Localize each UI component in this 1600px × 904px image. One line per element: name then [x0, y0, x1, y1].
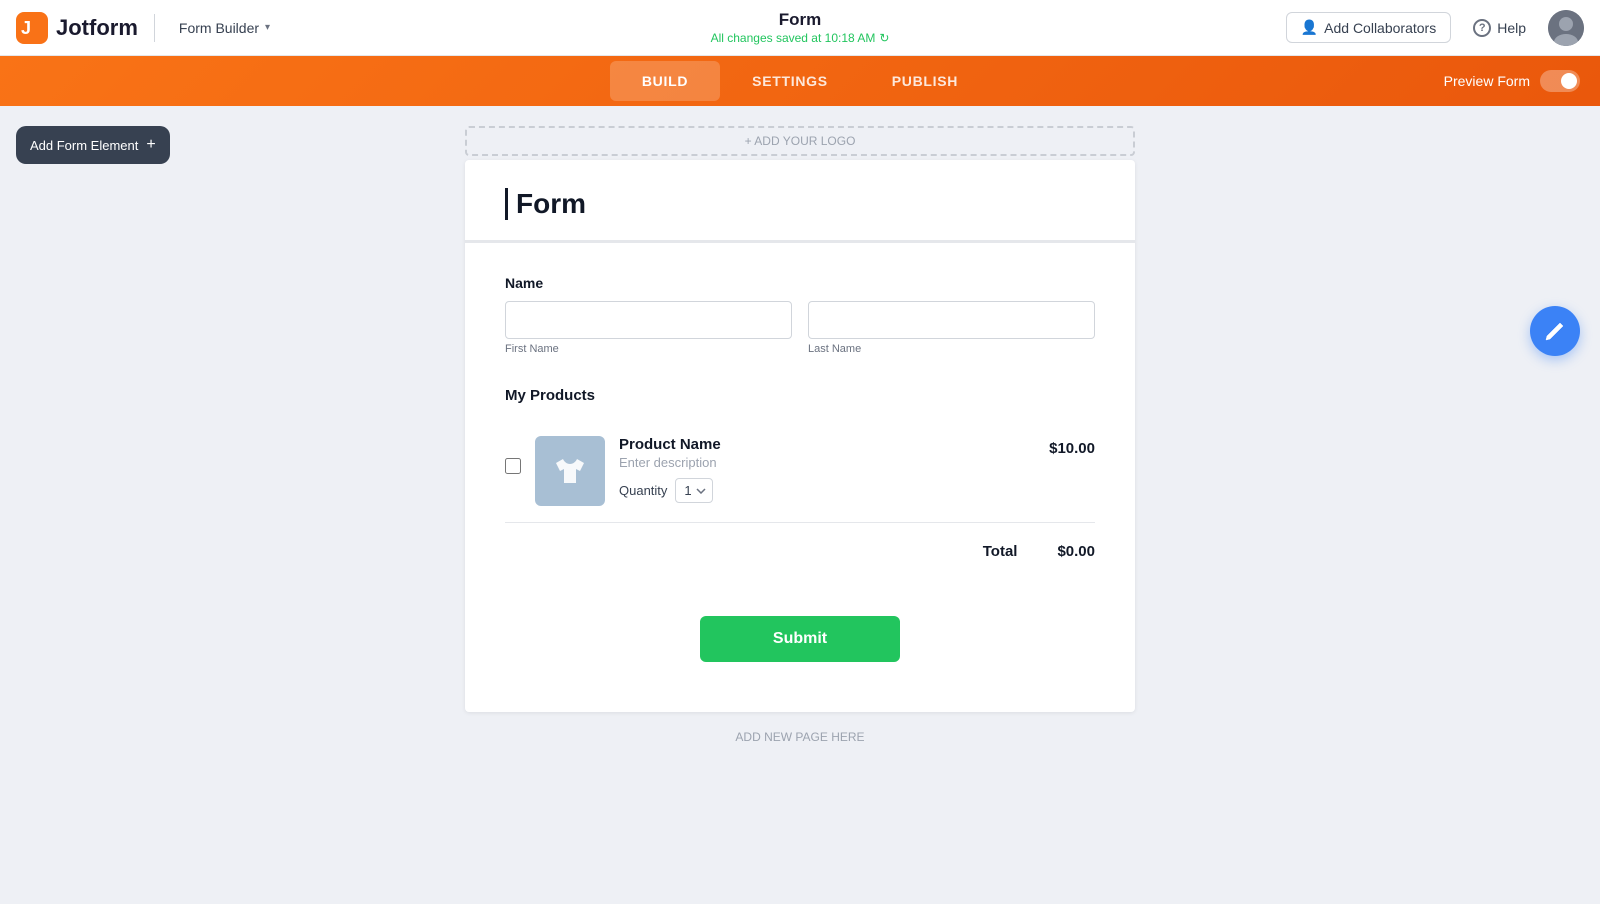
form-title-display[interactable]: Form — [505, 188, 1095, 220]
header-center: Form All changes saved at 10:18 AM ↻ — [711, 10, 890, 45]
product-price: $10.00 — [1049, 436, 1095, 457]
add-page-bar[interactable]: ADD NEW PAGE HERE — [465, 724, 1135, 750]
svg-text:J: J — [21, 18, 31, 38]
form-header-section: Form — [465, 160, 1135, 243]
form-body: Name First Name Last Name My P — [465, 243, 1135, 712]
form-title: Form — [711, 10, 890, 30]
quantity-label: Quantity — [619, 483, 667, 498]
chevron-down-icon: ▾ — [265, 22, 270, 33]
quantity-row: Quantity 1 2 3 4 5 — [619, 478, 1035, 503]
tab-publish[interactable]: PUBLISH — [860, 61, 990, 101]
product-checkbox[interactable] — [505, 458, 521, 474]
tab-build[interactable]: BUILD — [610, 61, 720, 101]
fab-pencil-icon — [1544, 320, 1566, 342]
avatar-image — [1548, 10, 1584, 46]
app-header: J Jotform Form Builder ▾ Form All change… — [0, 0, 1600, 56]
save-status: All changes saved at 10:18 AM ↻ — [711, 31, 890, 45]
nav-bar: BUILD SETTINGS PUBLISH Preview Form — [0, 56, 1600, 106]
submit-area: Submit — [505, 616, 1095, 672]
quantity-select[interactable]: 1 2 3 4 5 — [675, 478, 713, 503]
avatar[interactable] — [1548, 10, 1584, 46]
first-name-sublabel: First Name — [505, 343, 792, 355]
fab-button[interactable] — [1530, 306, 1580, 356]
preview-toggle[interactable] — [1540, 70, 1580, 92]
first-name-wrap: First Name — [505, 301, 792, 355]
product-item: Product Name Enter description Quantity … — [505, 420, 1095, 523]
jotform-logo-icon: J — [16, 12, 48, 44]
last-name-wrap: Last Name — [808, 301, 1095, 355]
name-field-label: Name — [505, 275, 1095, 291]
tab-settings[interactable]: SETTINGS — [720, 61, 860, 101]
canvas-area: + ADD YOUR LOGO Form Name First Name — [0, 106, 1600, 904]
product-name: Product Name — [619, 436, 1035, 453]
total-row: Total $0.00 — [505, 523, 1095, 584]
add-collaborators-button[interactable]: 👤 Add Collaborators — [1286, 12, 1452, 43]
name-field-group: Name First Name Last Name — [505, 275, 1095, 355]
header-right: 👤 Add Collaborators ? Help — [1286, 10, 1584, 46]
products-field-group: My Products Product Name Enter desc — [505, 387, 1095, 584]
add-logo-bar[interactable]: + ADD YOUR LOGO — [465, 126, 1135, 156]
tshirt-icon — [552, 453, 588, 489]
form-card: Form Name First Name Last Name — [465, 160, 1135, 712]
last-name-input[interactable] — [808, 301, 1095, 339]
name-row: First Name Last Name — [505, 301, 1095, 355]
add-form-element-button[interactable]: Add Form Element + — [16, 126, 170, 164]
person-icon: 👤 — [1301, 19, 1318, 36]
preview-form-label: Preview Form — [1444, 73, 1530, 89]
first-name-input[interactable] — [505, 301, 792, 339]
help-icon: ? — [1473, 19, 1491, 37]
product-description: Enter description — [619, 455, 1035, 470]
total-value: $0.00 — [1057, 543, 1095, 560]
header-left: J Jotform Form Builder ▾ — [16, 12, 278, 44]
logo[interactable]: J Jotform — [16, 12, 138, 44]
refresh-icon: ↻ — [879, 31, 889, 45]
plus-icon: + — [146, 136, 155, 154]
products-section-label: My Products — [505, 387, 1095, 404]
submit-button[interactable]: Submit — [700, 616, 900, 662]
toggle-knob — [1561, 73, 1577, 89]
header-divider — [154, 14, 155, 42]
product-image — [535, 436, 605, 506]
main-area: Add Form Element + + ADD YOUR LOGO Form … — [0, 106, 1600, 904]
last-name-sublabel: Last Name — [808, 343, 1095, 355]
nav-tabs: BUILD SETTINGS PUBLISH — [610, 61, 990, 101]
form-builder-button[interactable]: Form Builder ▾ — [171, 16, 278, 40]
logo-text: Jotform — [56, 15, 138, 41]
help-button[interactable]: ? Help — [1463, 13, 1536, 43]
total-label: Total — [983, 543, 1018, 560]
product-info: Product Name Enter description Quantity … — [619, 436, 1035, 503]
preview-form-area: Preview Form — [1444, 70, 1580, 92]
